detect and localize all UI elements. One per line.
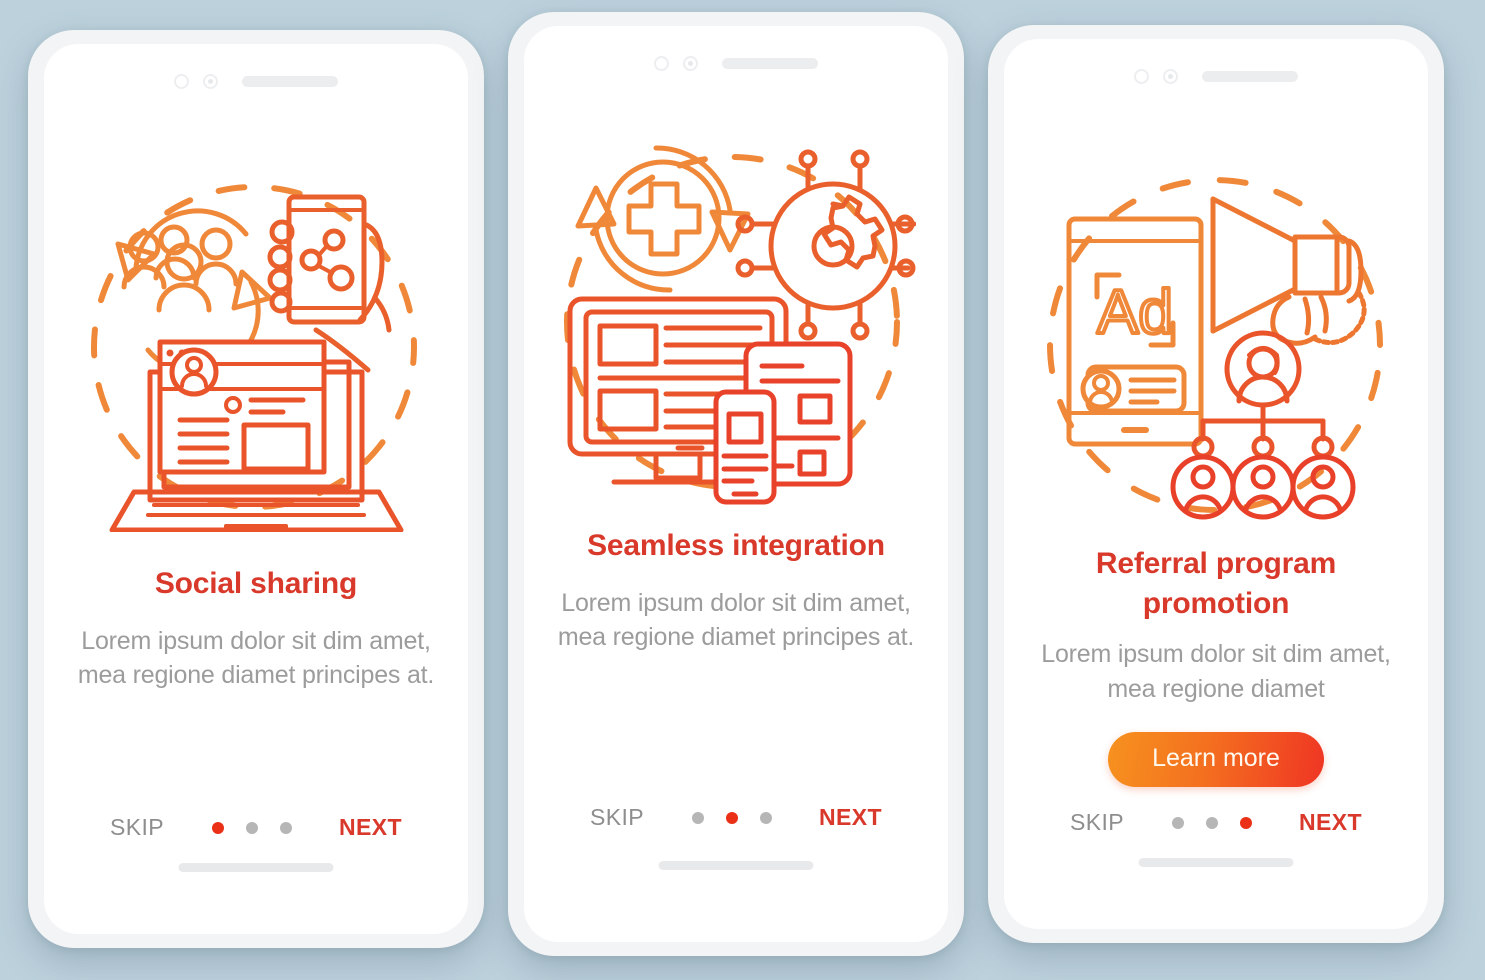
next-button[interactable]: NEXT (819, 804, 882, 831)
phone-mockup-referral-program: Ad Referral program promotion Lorem ipsu… (988, 25, 1444, 943)
onboarding-screens-stage: Social sharing Lorem ipsum dolor sit dim… (0, 0, 1485, 980)
sensor-icon (203, 74, 218, 89)
skip-button[interactable]: SKIP (590, 804, 644, 831)
learn-more-button[interactable]: Learn more (1108, 732, 1324, 788)
phone-mockup-seamless-integration: Seamless integration Lorem ipsum dolor s… (508, 12, 964, 956)
sensor-icon (1163, 69, 1178, 84)
page-description: Lorem ipsum dolor sit dim amet, mea regi… (77, 626, 435, 690)
pagination-dot-3[interactable] (1239, 816, 1252, 829)
screen-social-sharing: Social sharing Lorem ipsum dolor sit dim… (44, 44, 468, 934)
pagination-dot-1[interactable] (211, 821, 224, 834)
home-indicator[interactable] (1138, 858, 1294, 867)
home-indicator[interactable] (658, 861, 814, 870)
pagination-dot-2[interactable] (1205, 816, 1218, 829)
page-title: Social sharing (154, 567, 358, 600)
home-indicator[interactable] (178, 863, 334, 872)
social-sharing-illustration (44, 162, 468, 532)
skip-button[interactable]: SKIP (1070, 809, 1124, 836)
seamless-integration-illustration (524, 126, 948, 516)
phone-notch-bar (44, 74, 468, 89)
pagination-dot-3[interactable] (759, 811, 772, 824)
pagination-dot-3[interactable] (279, 821, 292, 834)
svg-text:Ad: Ad (1097, 278, 1173, 347)
pagination-dots (1171, 816, 1252, 829)
next-button[interactable]: NEXT (339, 814, 402, 841)
screen-seamless-integration: Seamless integration Lorem ipsum dolor s… (524, 26, 948, 942)
pagination-dot-1[interactable] (691, 811, 704, 824)
next-button[interactable]: NEXT (1299, 809, 1362, 836)
skip-button[interactable]: SKIP (110, 814, 164, 841)
referral-program-illustration: Ad (1004, 157, 1428, 527)
content-block-2: Seamless integration Lorem ipsum dolor s… (524, 526, 948, 655)
phone-notch-bar (524, 56, 948, 71)
page-description: Lorem ipsum dolor sit dim amet, mea regi… (557, 588, 915, 652)
onboarding-nav-1: SKIP NEXT (44, 814, 468, 841)
camera-icon (174, 74, 189, 89)
phone-notch-bar (1004, 69, 1428, 84)
pagination-dot-1[interactable] (1171, 816, 1184, 829)
onboarding-nav-2: SKIP NEXT (524, 804, 948, 831)
speaker-grill-icon (242, 76, 338, 87)
page-description: Lorem ipsum dolor sit dim amet, mea regi… (1041, 640, 1391, 703)
onboarding-nav-3: SKIP NEXT (1004, 809, 1428, 836)
pagination-dots (211, 821, 292, 834)
pagination-dots (691, 811, 772, 824)
camera-icon (1134, 69, 1149, 84)
pagination-dot-2[interactable] (725, 811, 738, 824)
speaker-grill-icon (1202, 71, 1298, 82)
page-title: Referral program promotion (1095, 547, 1337, 620)
pagination-dot-2[interactable] (245, 821, 258, 834)
camera-icon (654, 56, 669, 71)
screen-referral-program: Ad Referral program promotion Lorem ipsu… (1004, 39, 1428, 929)
page-title: Seamless integration (587, 529, 885, 562)
speaker-grill-icon (722, 58, 818, 69)
content-block-1: Social sharing Lorem ipsum dolor sit dim… (44, 564, 468, 693)
content-block-3: Referral program promotion Lorem ipsum d… (1004, 544, 1428, 788)
phone-mockup-social-sharing: Social sharing Lorem ipsum dolor sit dim… (28, 30, 484, 948)
sensor-icon (683, 56, 698, 71)
